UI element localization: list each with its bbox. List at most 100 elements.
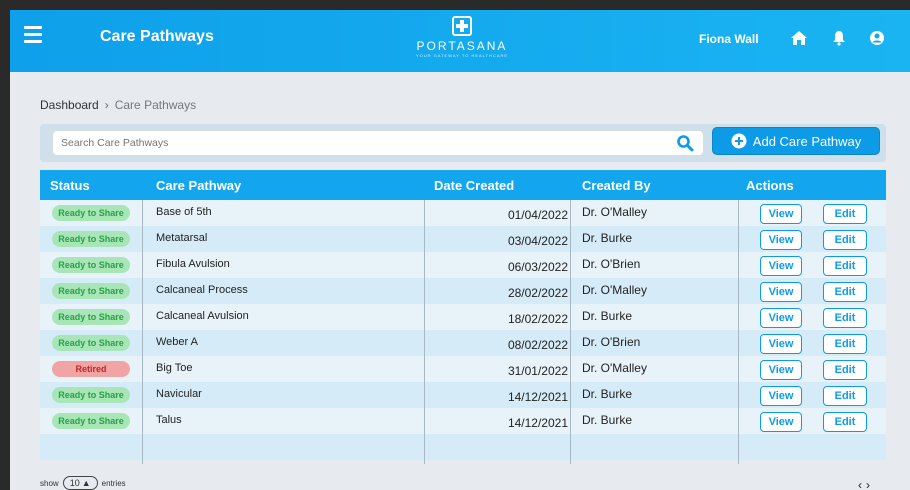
status-badge: Ready to Share [52,413,130,429]
date-created: 01/04/2022 [507,208,568,222]
view-button[interactable]: View [760,386,802,406]
entries-value: 10 [69,478,80,488]
date-created: 14/12/2021 [507,390,568,404]
edit-button[interactable]: Edit [823,230,867,250]
table-row[interactable]: Ready to Share Fibula Avulsion 06/03/2022 D… [40,252,886,278]
status-badge: Retired [52,361,130,377]
table-row[interactable]: Ready to Share Weber A 08/02/2022 Dr. O'Bri… [40,330,886,356]
table-row-empty [40,434,886,460]
column-divider [738,200,739,464]
column-header-status[interactable]: Status [50,178,90,193]
edit-button[interactable]: Edit [823,256,867,276]
pathway-name[interactable]: Big Toe [156,362,193,374]
user-icon[interactable] [866,27,888,49]
chevron-right-icon[interactable]: › [866,478,874,490]
date-created: 08/02/2022 [507,338,568,352]
status-badge: Ready to Share [52,257,130,273]
menu-icon[interactable] [24,26,42,44]
add-care-pathway-button[interactable]: Add Care Pathway [712,127,880,155]
pathway-name[interactable]: Talus [156,414,182,426]
pagination-arrows[interactable]: ‹› [858,478,874,490]
created-by: Dr. O'Malley [582,361,647,375]
view-button[interactable]: View [760,412,802,432]
edit-button[interactable]: Edit [823,412,867,432]
pathway-name[interactable]: Calcaneal Avulsion [156,310,249,322]
column-divider [142,200,143,464]
status-badge: Ready to Share [52,283,130,299]
show-label: show [40,478,59,488]
view-button[interactable]: View [760,360,802,380]
view-button[interactable]: View [760,282,802,302]
view-button[interactable]: View [760,256,802,276]
page-title: Care Pathways [100,28,214,45]
pathway-name[interactable]: Navicular [156,388,202,400]
table-row[interactable]: Ready to Share Calcaneal Avulsion 18/02/20… [40,304,886,330]
date-created: 14/12/2021 [507,416,568,430]
table-footer: show 10 ▲ entries [40,476,126,490]
edit-button[interactable]: Edit [823,334,867,354]
table-header: Status Care Pathway Date Created Created… [40,170,886,200]
entries-label: entries [101,478,126,488]
edit-button[interactable]: Edit [823,386,867,406]
column-divider [570,200,571,464]
status-badge: Ready to Share [52,205,130,221]
logo-cross-icon [452,16,472,36]
search-toolbar: Add Care Pathway [40,124,886,162]
table-row[interactable]: Ready to Share Base of 5th 01/04/2022 Dr. O… [40,200,886,226]
breadcrumb-current: Care Pathways [114,98,197,112]
search-icon[interactable] [676,134,694,152]
table-row[interactable]: Ready to Share Talus 14/12/2021 Dr. Burke Vi… [40,408,886,434]
date-created: 03/04/2022 [507,234,568,248]
created-by: Dr. Burke [582,387,633,401]
created-by: Dr. O'Malley [582,283,647,297]
edit-button[interactable]: Edit [823,360,867,380]
home-icon[interactable] [788,27,810,49]
created-by: Dr. Burke [582,413,633,427]
search-input[interactable] [52,130,704,156]
edit-button[interactable]: Edit [823,282,867,302]
entries-select[interactable]: 10 ▲ [62,476,98,490]
status-badge: Ready to Share [52,335,130,351]
table-row[interactable]: Retired Big Toe 31/01/2022 Dr. O'Malley View… [40,356,886,382]
table-row[interactable]: Ready to Share Metatarsal 03/04/2022 Dr. Bu… [40,226,886,252]
table-body: Ready to Share Base of 5th 01/04/2022 Dr. O… [40,200,886,464]
pathway-name[interactable]: Base of 5th [156,206,212,218]
pathway-name[interactable]: Calcaneal Process [156,284,248,296]
column-header-actions: Actions [746,178,794,193]
bell-icon[interactable] [828,27,850,49]
created-by: Dr. Burke [582,309,633,323]
column-header-created-by[interactable]: Created By [582,178,651,193]
logo-tagline: YOUR GATEWAY TO HEALTHCARE [415,53,509,58]
created-by: Dr. O'Brien [582,257,641,271]
logo-text: PORTASANA [416,39,508,53]
date-created: 18/02/2022 [507,312,568,326]
user-name[interactable]: Fiona Wall [699,32,759,46]
view-button[interactable]: View [760,230,802,250]
app-window: Care Pathways PORTASANA YOUR GATEWAY TO … [10,10,910,490]
column-header-pathway[interactable]: Care Pathway [156,178,241,193]
view-button[interactable]: View [760,334,802,354]
top-bar: Care Pathways PORTASANA YOUR GATEWAY TO … [10,10,910,72]
created-by: Dr. Burke [582,231,633,245]
date-created: 06/03/2022 [507,260,568,274]
pathway-name[interactable]: Weber A [156,336,198,348]
chevron-right-icon: › [104,98,109,112]
created-by: Dr. O'Malley [582,205,647,219]
status-badge: Ready to Share [52,309,130,325]
pathway-name[interactable]: Fibula Avulsion [156,258,230,270]
chevron-left-icon[interactable]: ‹ [858,478,866,490]
pathway-name[interactable]: Metatarsal [156,232,207,244]
add-button-label: Add Care Pathway [752,133,862,149]
logo: PORTASANA YOUR GATEWAY TO HEALTHCARE [412,16,512,58]
table-row[interactable]: Ready to Share Navicular 14/12/2021 Dr. Bur… [40,382,886,408]
edit-button[interactable]: Edit [823,204,867,224]
column-header-date[interactable]: Date Created [434,178,514,193]
date-created: 31/01/2022 [507,364,568,378]
breadcrumb-dashboard[interactable]: Dashboard [40,98,99,112]
table-row[interactable]: Ready to Share Calcaneal Process 28/02/202… [40,278,886,304]
caret-up-icon: ▲ [81,478,91,488]
care-pathways-table: Status Care Pathway Date Created Created… [40,170,886,464]
view-button[interactable]: View [760,308,802,328]
edit-button[interactable]: Edit [823,308,867,328]
view-button[interactable]: View [760,204,802,224]
